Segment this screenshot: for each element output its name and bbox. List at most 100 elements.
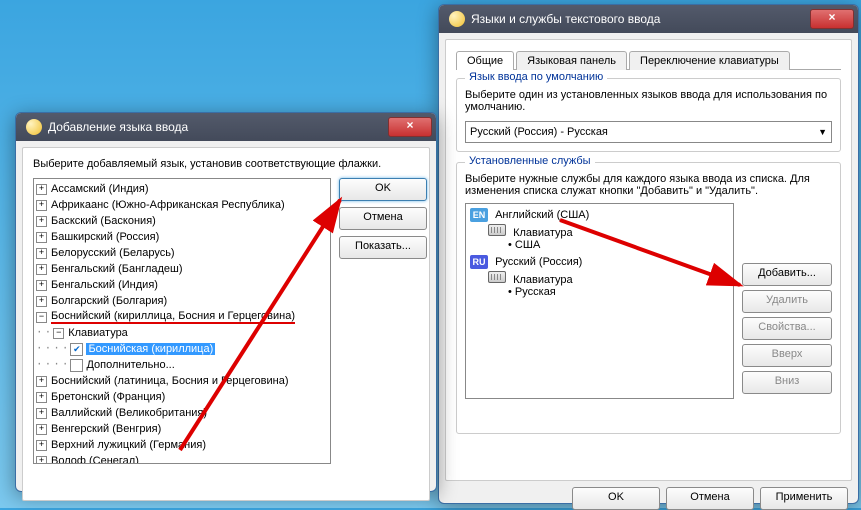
instruction-text: Выберите добавляемый язык, установив соо…: [33, 158, 419, 170]
tab-bar: Общие Языковая панель Переключение клави…: [456, 50, 841, 70]
tree-item[interactable]: + Африкаанс (Южно-Африканская Республика): [36, 197, 328, 213]
lang-badge-en: EN: [470, 208, 488, 222]
expand-icon[interactable]: +: [36, 232, 47, 243]
tree-item[interactable]: + Бенгальский (Бангладеш): [36, 261, 328, 277]
tree-label: Верхний лужицкий (Германия): [51, 439, 206, 451]
keyboard-icon: [488, 224, 506, 236]
collapse-icon[interactable]: −: [36, 312, 47, 323]
apply-button[interactable]: Применить: [760, 487, 848, 510]
tree-item[interactable]: +Ассамский (Индия): [36, 181, 328, 197]
tree-item[interactable]: ····✔Боснийская (кириллица): [36, 341, 328, 357]
kb-label: Клавиатура: [513, 274, 573, 286]
tree-label: Боснийский (латиница, Босния и Герцегови…: [51, 375, 289, 387]
tree-label: Бенгальский (Бангладеш): [51, 263, 183, 275]
default-lang-combo[interactable]: Русский (Россия) - Русская ▼: [465, 121, 832, 143]
tab-langbar[interactable]: Языковая панель: [516, 51, 627, 70]
close-button[interactable]: ×: [810, 9, 854, 29]
lang-node[interactable]: RU Русский (Россия): [470, 255, 729, 269]
tree-label: Дополнительно...: [86, 359, 174, 371]
properties-button[interactable]: Свойства...: [742, 317, 832, 340]
close-button[interactable]: ×: [388, 117, 432, 137]
close-icon: ×: [406, 118, 413, 132]
cancel-button[interactable]: Отмена: [666, 487, 754, 510]
layout-name: США: [515, 239, 540, 251]
ok-button[interactable]: OK: [572, 487, 660, 510]
lang-node[interactable]: EN Английский (США): [470, 208, 729, 222]
add-button[interactable]: Добавить...: [742, 263, 832, 286]
show-button[interactable]: Показать...: [339, 236, 427, 259]
tree-label: Баскский (Баскония): [51, 215, 156, 227]
chevron-down-icon: ▼: [818, 127, 827, 137]
expand-icon[interactable]: +: [36, 184, 47, 195]
keyboard-icon: [488, 271, 506, 283]
tree-item[interactable]: −Боснийский (кириллица, Босния и Герцего…: [36, 309, 328, 325]
ok-button[interactable]: OK: [339, 178, 427, 201]
expand-icon[interactable]: +: [36, 248, 47, 259]
up-button[interactable]: Вверх: [742, 344, 832, 367]
tree-item[interactable]: +Башкирский (Россия): [36, 229, 328, 245]
expand-icon[interactable]: +: [36, 296, 47, 307]
down-button[interactable]: Вниз: [742, 371, 832, 394]
expand-icon[interactable]: +: [36, 376, 47, 387]
language-tree[interactable]: +Ассамский (Индия)+Африкаанс (Южно-Африк…: [33, 178, 331, 464]
window-body: Общие Языковая панель Переключение клави…: [445, 39, 852, 481]
tree-item[interactable]: + Болгарский (Болгария): [36, 293, 328, 309]
tree-label: Венгерский (Венгрия): [51, 423, 161, 435]
titlebar[interactable]: Языки и службы текстового ввода ×: [439, 5, 858, 33]
tree-item[interactable]: ··−Клавиатура: [36, 325, 328, 341]
expand-icon[interactable]: +: [36, 424, 47, 435]
side-buttons: OK Отмена Показать...: [339, 178, 419, 464]
tree-item[interactable]: + Венгерский (Венгрия): [36, 421, 328, 437]
group-title: Язык ввода по умолчанию: [465, 71, 607, 83]
installed-services-group: Установленные службы Выберите нужные слу…: [456, 162, 841, 434]
window-title: Языки и службы текстового ввода: [471, 12, 810, 26]
services-tree[interactable]: EN Английский (США) Клавиатура • США RU …: [465, 203, 734, 399]
kb-group: Клавиатура: [488, 224, 729, 239]
tree-item[interactable]: + Баскский (Баскония): [36, 213, 328, 229]
lang-name: Английский (США): [495, 209, 589, 221]
kb-label: Клавиатура: [513, 227, 573, 239]
tree-item[interactable]: + Верхний лужицкий (Германия): [36, 437, 328, 453]
tab-switch[interactable]: Переключение клавиатуры: [629, 51, 790, 70]
tree-item[interactable]: + Валлийский (Великобритания): [36, 405, 328, 421]
tree-label: Клавиатура: [68, 327, 128, 339]
checkbox[interactable]: ✔: [70, 343, 83, 356]
group-text: Выберите один из установленных языков вв…: [465, 89, 832, 113]
window-body: Выберите добавляемый язык, установив соо…: [22, 147, 430, 501]
expand-icon[interactable]: +: [36, 280, 47, 291]
expand-icon[interactable]: +: [36, 392, 47, 403]
checkbox[interactable]: [70, 359, 83, 372]
tab-general[interactable]: Общие: [456, 51, 514, 70]
app-icon: [26, 119, 42, 135]
tree-label: Белорусский (Беларусь): [51, 247, 175, 259]
expand-icon[interactable]: +: [36, 456, 47, 465]
cancel-button[interactable]: Отмена: [339, 207, 427, 230]
tree-label: Африкаанс (Южно-Африканская Республика): [51, 199, 285, 211]
collapse-icon[interactable]: −: [53, 328, 64, 339]
expand-icon[interactable]: +: [36, 408, 47, 419]
service-buttons: Добавить... Удалить Свойства... Вверх Вн…: [742, 203, 832, 399]
tree-label: Болгарский (Болгария): [51, 295, 167, 307]
add-input-lang-window: Добавление языка ввода × Выберите добавл…: [15, 112, 437, 492]
tree-item[interactable]: + Белорусский (Беларусь): [36, 245, 328, 261]
layout-item[interactable]: • США: [508, 239, 729, 251]
expand-icon[interactable]: +: [36, 200, 47, 211]
tree-label: Валлийский (Великобритания): [51, 407, 207, 419]
tree-item[interactable]: +Бретонский (Франция): [36, 389, 328, 405]
layout-item[interactable]: • Русская: [508, 286, 729, 298]
kb-group: Клавиатура: [488, 271, 729, 286]
expand-icon[interactable]: +: [36, 440, 47, 451]
titlebar[interactable]: Добавление языка ввода ×: [16, 113, 436, 141]
delete-button[interactable]: Удалить: [742, 290, 832, 313]
tree-item[interactable]: + Боснийский (латиница, Босния и Герцегов…: [36, 373, 328, 389]
tree-item[interactable]: +Бенгальский (Индия): [36, 277, 328, 293]
default-lang-group: Язык ввода по умолчанию Выберите один из…: [456, 78, 841, 152]
expand-icon[interactable]: +: [36, 216, 47, 227]
group-text: Выберите нужные службы для каждого языка…: [465, 173, 832, 197]
expand-icon[interactable]: +: [36, 264, 47, 275]
dialog-buttons: OK Отмена Применить: [449, 487, 848, 510]
tree-label: Боснийская (кириллица): [86, 343, 215, 355]
tree-item[interactable]: +Волоф (Сенегал): [36, 453, 328, 464]
tree-item[interactable]: ····Дополнительно...: [36, 357, 328, 373]
lang-badge-ru: RU: [470, 255, 488, 269]
